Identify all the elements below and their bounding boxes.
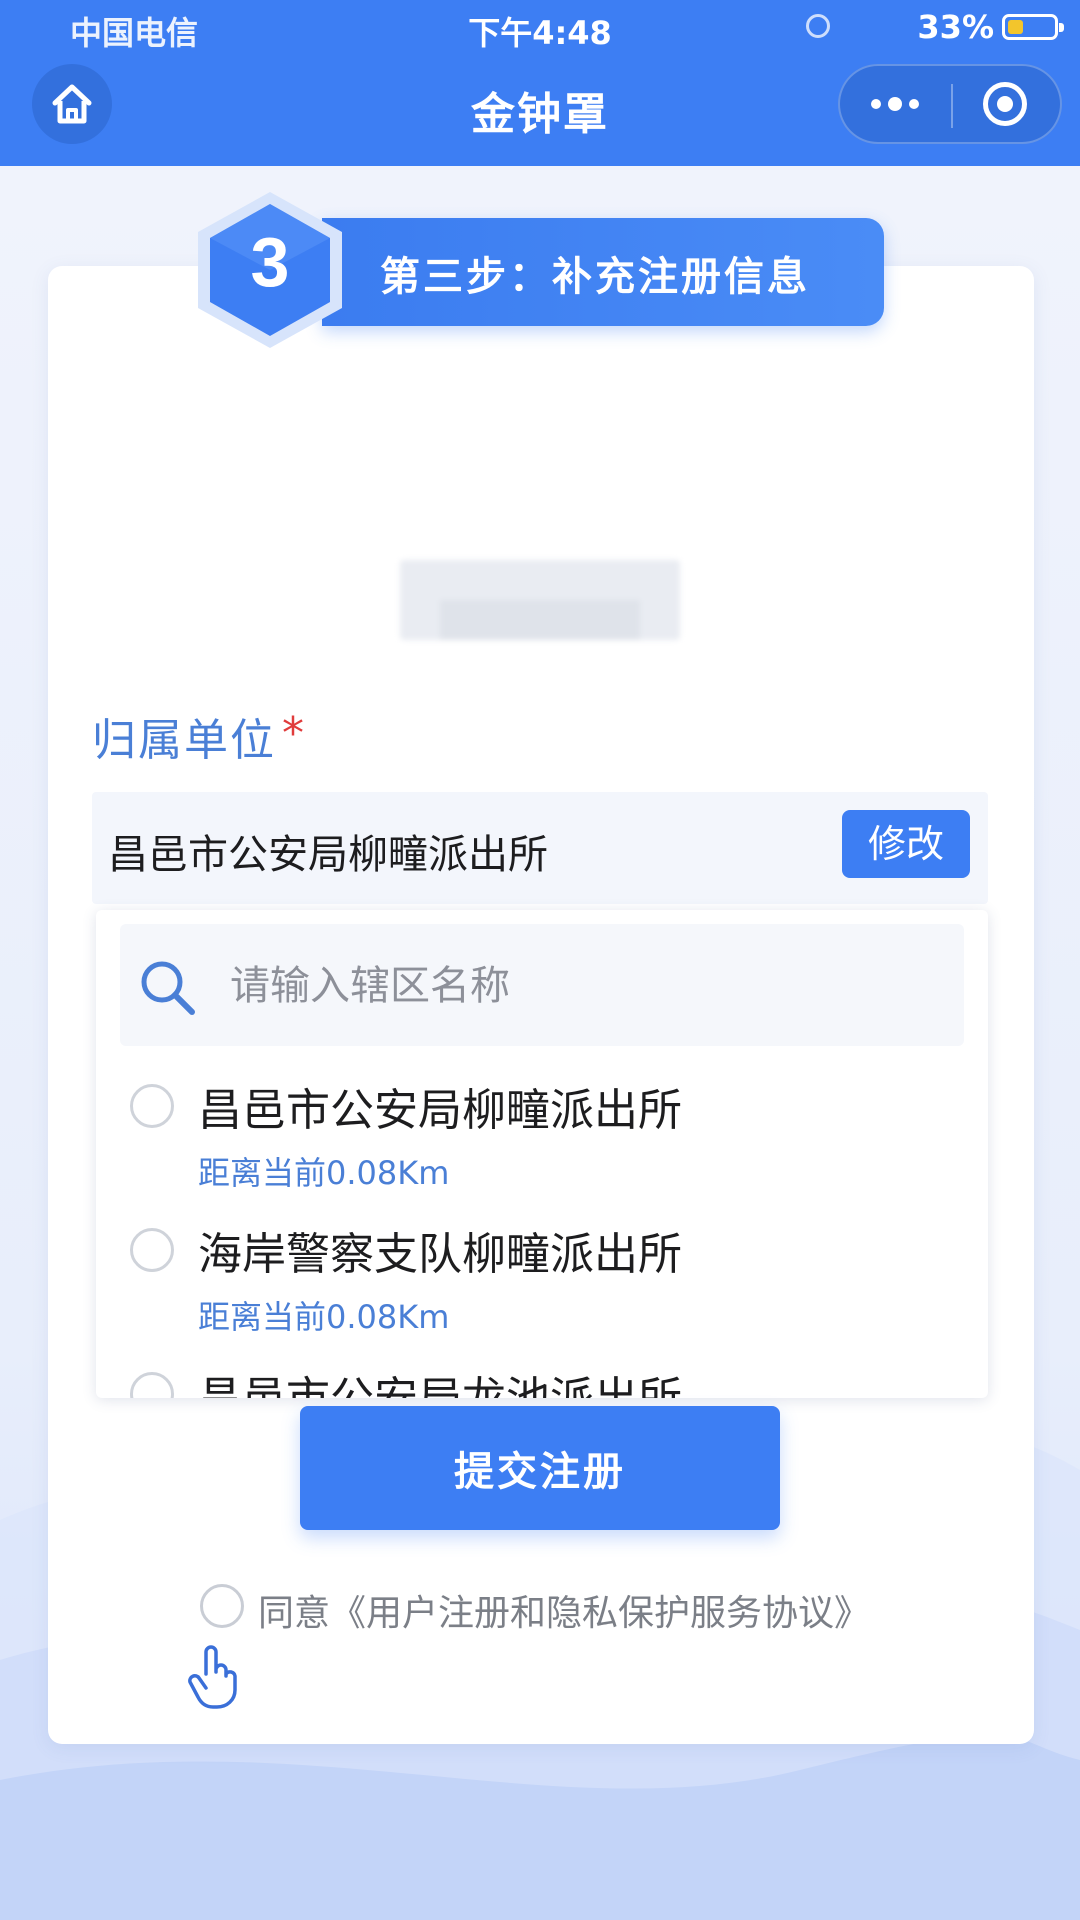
option-name: 昌邑市公安局柳疃派出所 [198, 1085, 682, 1136]
unit-option[interactable]: 昌邑市公安局龙池派出所 [96, 1348, 988, 1398]
modify-button[interactable]: 修改 [842, 810, 970, 878]
more-dot [909, 99, 919, 109]
option-radio[interactable] [130, 1372, 174, 1398]
battery-percent: 33% [917, 8, 994, 46]
more-dot [888, 97, 902, 111]
nav-bar: 金钟罩 [0, 52, 1080, 166]
unit-dropdown: 昌邑市公安局柳疃派出所 距离当前0.08Km 海岸警察支队柳疃派出所 距离当前0… [96, 910, 988, 1398]
unit-option[interactable]: 昌邑市公安局柳疃派出所 距离当前0.08Km [96, 1060, 988, 1204]
submit-register-button[interactable]: 提交注册 [300, 1406, 780, 1530]
unit-option[interactable]: 海岸警察支队柳疃派出所 距离当前0.08Km [96, 1204, 988, 1348]
target-icon [983, 82, 1027, 126]
step-banner: 第三步：补充注册信息 [322, 218, 884, 326]
registration-page: 中国电信 下午4:48 33% 金钟罩 第三步：补充注册信息 3 归属单位 * … [0, 0, 1080, 1920]
agreement-text[interactable]: 同意《用户注册和隐私保护服务协议》 [258, 1584, 870, 1636]
unit-field-label: 归属单位 [92, 715, 276, 766]
search-box [120, 924, 964, 1046]
option-radio[interactable] [130, 1084, 174, 1128]
required-mark: * [282, 708, 304, 759]
step-title: 第三步：补充注册信息 [380, 254, 810, 300]
search-icon [141, 961, 195, 1015]
option-name: 海岸警察支队柳疃派出所 [198, 1229, 682, 1280]
close-mini-program-button[interactable] [950, 66, 1060, 142]
option-distance: 距离当前0.08Km [198, 1154, 450, 1192]
option-name: 昌邑市公安局龙池派出所 [198, 1362, 682, 1398]
selected-unit-value: 昌邑市公安局柳疃派出所 [108, 832, 548, 878]
mini-program-capsule [838, 64, 1062, 144]
battery-icon [1002, 14, 1064, 40]
location-icon [806, 14, 830, 38]
selected-unit-row: 昌邑市公安局柳疃派出所 修改 [92, 792, 988, 904]
hand-pointer-icon [188, 1645, 237, 1709]
more-button[interactable] [840, 66, 950, 142]
option-distance: 距离当前0.08Km [198, 1298, 450, 1336]
step-number: 3 [250, 223, 290, 301]
option-radio[interactable] [130, 1228, 174, 1272]
status-bar: 中国电信 下午4:48 33% [0, 0, 1080, 52]
agreement-checkbox[interactable] [200, 1584, 244, 1628]
blurred-content [400, 560, 680, 640]
search-input[interactable] [230, 956, 930, 1016]
more-dots-icon [871, 99, 881, 109]
battery-fill [1008, 20, 1023, 34]
